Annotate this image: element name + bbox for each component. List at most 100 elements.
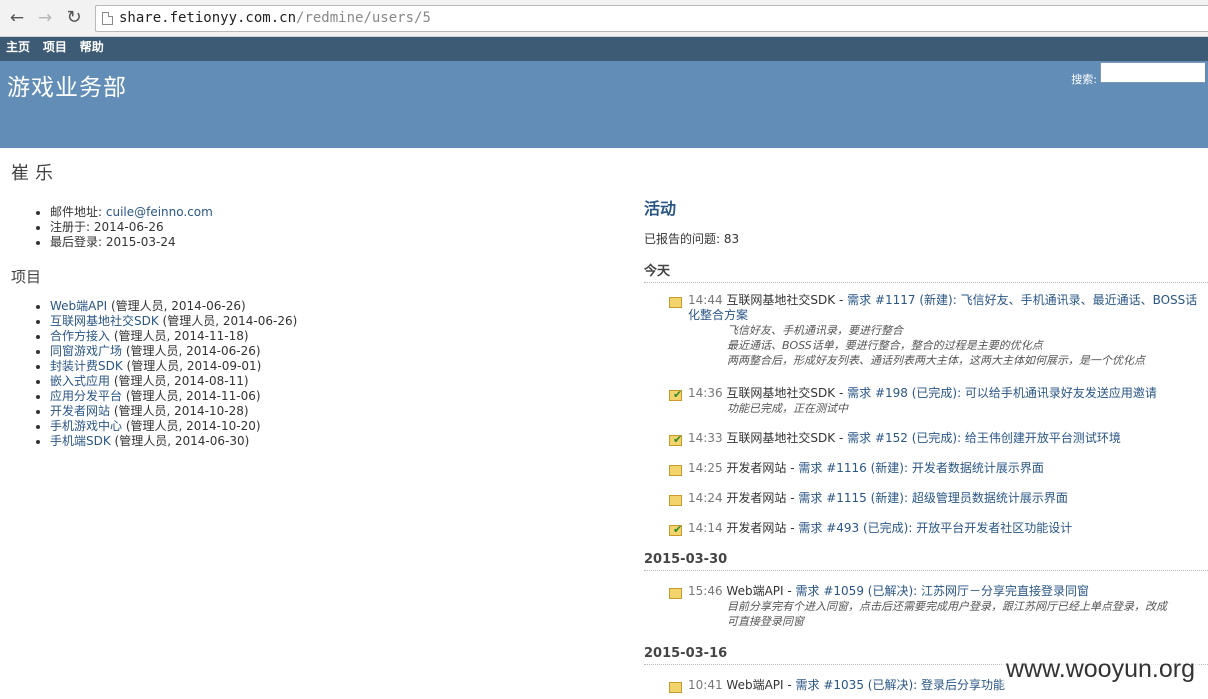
address-bar[interactable]: share.fetionyy.com.cn/redmine/users/5 [95,5,1208,32]
url-host: share.fetionyy.com.cn [119,10,297,26]
entry-description: 最近通话、BOSS话单，要进行整合，整合的过程是主要的优化点 [727,339,1043,352]
project-role: (管理人员, 2014-11-06) [122,389,261,403]
project-list: Web端API (管理人员, 2014-06-26) 互联网基地社交SDK (管… [50,299,297,449]
entry-description: 目前分享完有个进入同窗，点击后还需要完成用户登录，跟江苏网厅已经上单点登录，改成 [727,600,1167,613]
entry-project: 互联网基地社交SDK [726,293,836,307]
entry-link[interactable]: 需求 #152 (已完成): 给王伟创建开放平台测试环境 [847,431,1121,445]
project-link[interactable]: 手机端SDK [50,434,111,448]
project-role: (管理人员, 2014-10-20) [122,419,261,433]
project-role: (管理人员, 2014-08-11) [110,374,249,388]
project-link[interactable]: 应用分发平台 [50,389,122,403]
forward-arrow-icon[interactable]: → [35,8,55,28]
entry-description: 功能已完成，正在测试中 [727,402,848,415]
entry-time: 10:41 [688,678,723,692]
reported-issues: 已报告的问题: 83 [644,232,740,246]
issue-icon [669,465,682,476]
project-role: (管理人员, 2014-06-26) [158,314,298,328]
activity-title: 活动 [644,199,677,218]
entry-link[interactable]: 需求 #198 (已完成): 可以给手机通讯录好友发送应用邀请 [847,386,1157,400]
search-label: 搜索: [1071,73,1097,86]
entry-time: 14:33 [688,431,723,445]
reload-icon[interactable]: ↻ [64,8,84,28]
list-item: 同窗游戏广场 (管理人员, 2014-06-26) [50,344,297,359]
main-content: 崔乐 邮件地址: cuile@feinno.com 注册于: 2014-06-2… [0,148,1208,699]
activity-entry: 15:46 Web端API - 需求 #1059 (已解决): 江苏网厅－分享完… [669,584,1208,629]
back-arrow-icon[interactable]: ← [7,8,27,28]
registered-item: 注册于: 2014-06-26 [50,220,213,235]
top-menu: 主页 项目 帮助 [0,37,1208,61]
list-item: 开发者网站 (管理人员, 2014-10-28) [50,404,297,419]
email-item: 邮件地址: cuile@feinno.com [50,205,213,220]
list-item: 嵌入式应用 (管理人员, 2014-08-11) [50,374,297,389]
project-link[interactable]: 互联网基地社交SDK [50,314,159,328]
project-role: (管理人员, 2014-06-30) [110,434,250,448]
project-link[interactable]: Web端API [50,299,107,313]
email-link[interactable]: cuile@feinno.com [106,205,213,219]
entry-link[interactable]: 需求 #493 (已完成): 开放平台开发者社区功能设计 [798,521,1072,535]
email-label: 邮件地址: [50,205,106,219]
menu-home[interactable]: 主页 [6,40,30,54]
activity-entry: 14:33 互联网基地社交SDK - 需求 #152 (已完成): 给王伟创建开… [669,431,1208,446]
list-item: 手机端SDK (管理人员, 2014-06-30) [50,434,297,449]
entry-time: 14:44 [688,293,723,307]
entry-project: Web端API [726,584,784,598]
project-link[interactable]: 手机游戏中心 [50,419,122,433]
entry-link[interactable]: 需求 #1035 (已解决): 登录后分享功能 [796,678,1005,692]
entry-description: 两两整合后，形成好友列表、通话列表两大主体，这两大主体如何展示，是一个优化点 [727,354,1145,367]
entry-time: 14:25 [688,461,723,475]
project-link[interactable]: 嵌入式应用 [50,374,110,388]
list-item: 封装计费SDK (管理人员, 2014-09-01) [50,359,297,374]
list-item: 应用分发平台 (管理人员, 2014-11-06) [50,389,297,404]
browser-toolbar: ← → ↻ share.fetionyy.com.cn/redmine/user… [0,0,1208,37]
issue-icon [669,682,682,693]
list-item: 互联网基地社交SDK (管理人员, 2014-06-26) [50,314,297,329]
project-link[interactable]: 合作方接入 [50,329,110,343]
entry-link[interactable]: 需求 #1059 (已解决): 江苏网厅－分享完直接登录同窗 [796,584,1089,598]
site-header: 游戏业务部 搜索: [0,61,1208,148]
entry-time: 15:46 [688,584,723,598]
project-role: (管理人员, 2014-11-18) [110,329,249,343]
entry-project: 开发者网站 [726,521,787,535]
project-link[interactable]: 同窗游戏广场 [50,344,122,358]
last-login-item: 最后登录: 2015-03-24 [50,235,213,250]
project-link[interactable]: 封装计费SDK [50,359,123,373]
activity-entry: 14:24 开发者网站 - 需求 #1115 (新建): 超级管理员数据统计展示… [669,491,1208,506]
issue-icon [669,297,682,308]
issue-icon [669,588,682,599]
activity-entry: 14:36 互联网基地社交SDK - 需求 #198 (已完成): 可以给手机通… [669,386,1208,416]
activity-entry: 14:44 互联网基地社交SDK - 需求 #1117 (新建): 飞信好友、手… [669,293,1208,368]
entry-time: 14:14 [688,521,723,535]
issue-closed-icon [669,523,682,536]
entry-project: 互联网基地社交SDK [726,431,836,445]
search-area: 搜索: [1071,62,1208,92]
entry-link[interactable]: 需求 #1116 (新建): 开发者数据统计展示界面 [798,461,1043,475]
entry-link-continued[interactable]: 化整合方案 [688,308,748,322]
project-link[interactable]: 开发者网站 [50,404,110,418]
user-name: 崔乐 [11,163,59,184]
activity-entry: 14:25 开发者网站 - 需求 #1116 (新建): 开发者数据统计展示界面 [669,461,1208,476]
list-item: 合作方接入 (管理人员, 2014-11-18) [50,329,297,344]
project-role: (管理人员, 2014-06-26) [107,299,246,313]
activity-entry: 14:14 开发者网站 - 需求 #493 (已完成): 开放平台开发者社区功能… [669,521,1208,536]
search-input[interactable] [1100,62,1205,83]
list-item: Web端API (管理人员, 2014-06-26) [50,299,297,314]
issue-closed-icon [669,433,682,446]
entry-time: 14:24 [688,491,723,505]
entry-project: Web端API [726,678,784,692]
url-path: /redmine/users/5 [296,10,431,26]
day-heading: 今天 [644,260,1208,283]
list-item: 手机游戏中心 (管理人员, 2014-10-20) [50,419,297,434]
watermark: www.wooyun.org [1002,655,1199,684]
menu-projects[interactable]: 项目 [43,40,67,54]
site-title: 游戏业务部 [7,75,127,101]
entry-link[interactable]: 需求 #1115 (新建): 超级管理员数据统计展示界面 [798,491,1067,505]
project-role: (管理人员, 2014-06-26) [122,344,261,358]
menu-help[interactable]: 帮助 [80,40,104,54]
page-icon [102,12,113,25]
entry-project: 开发者网站 [726,461,787,475]
day-heading: 2015-03-30 [644,552,1208,571]
user-info-list: 邮件地址: cuile@feinno.com 注册于: 2014-06-26 最… [50,205,213,250]
entry-time: 14:36 [688,386,723,400]
entry-project: 互联网基地社交SDK [726,386,836,400]
entry-link[interactable]: 需求 #1117 (新建): 飞信好友、手机通讯录、最近通话、BOSS话 [847,293,1197,307]
